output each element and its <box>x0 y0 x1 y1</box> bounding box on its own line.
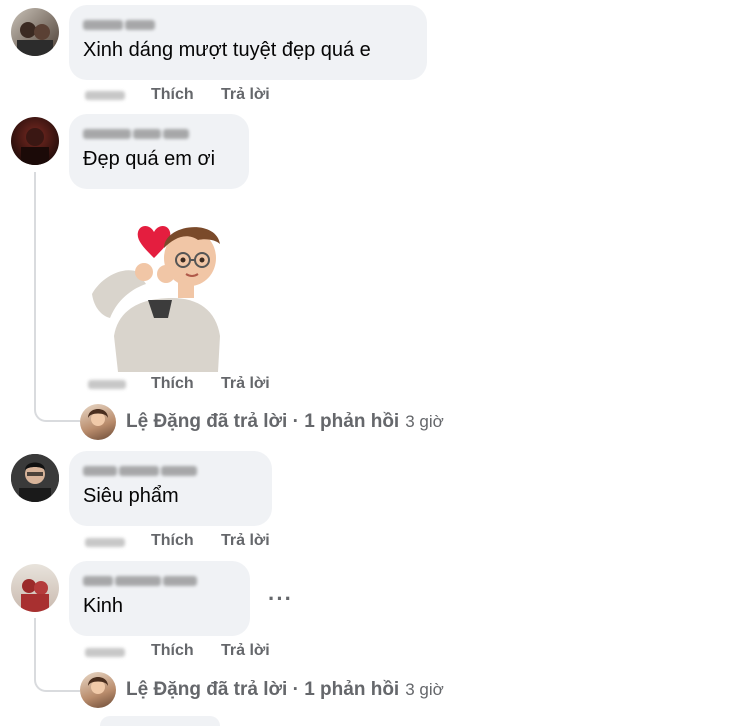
comment-timestamp[interactable] <box>88 380 126 389</box>
avatar[interactable] <box>11 117 59 165</box>
reply-button[interactable]: Trả lời <box>221 86 270 104</box>
avatar[interactable] <box>11 8 59 56</box>
comment-bubble: Đẹp quá em ơi <box>69 114 249 189</box>
comment-timestamp[interactable] <box>85 91 125 100</box>
thread-line <box>34 172 36 392</box>
avatar-photo-icon <box>21 579 49 612</box>
thread-line <box>34 618 36 662</box>
reply-button[interactable]: Trả lời <box>221 642 270 660</box>
reply-time: 3 giờ <box>405 412 444 431</box>
comment-bubble: Xinh dáng mượt tuyệt đẹp quá e <box>69 5 427 80</box>
commenter-name[interactable] <box>83 17 413 33</box>
replies-summary[interactable]: Lệ Đặng đã trả lời · 1 phản hồi <box>126 679 399 701</box>
comment-bubble: Siêu phẩm <box>69 451 272 526</box>
more-options-button[interactable]: ··· <box>268 586 293 612</box>
comment-timestamp[interactable] <box>85 538 125 547</box>
avatar[interactable] <box>11 564 59 612</box>
like-button[interactable]: Thích <box>151 642 194 660</box>
view-replies-link[interactable]: Lệ Đặng đã trả lời · 1 phản hồi 3 giờ <box>80 404 444 440</box>
replier-avatar <box>80 404 116 440</box>
comment-text: Xinh dáng mượt tuyệt đẹp quá e <box>83 39 371 61</box>
comment-timestamp[interactable] <box>85 648 125 657</box>
avatar[interactable] <box>11 454 59 502</box>
reply-button[interactable]: Trả lời <box>221 375 270 393</box>
replies-summary[interactable]: Lệ Đặng đã trả lời · 1 phản hồi <box>126 411 399 433</box>
avatar-photo-icon <box>11 454 59 502</box>
commenter-name[interactable] <box>83 463 258 479</box>
avatar-photo-icon <box>21 128 49 165</box>
like-button[interactable]: Thích <box>151 86 194 104</box>
like-button[interactable]: Thích <box>151 532 194 550</box>
sticker-icon <box>92 226 220 372</box>
commenter-name[interactable] <box>83 573 236 589</box>
comment-bubble: Kinh <box>69 561 250 636</box>
comment-text: Kinh <box>83 595 124 617</box>
view-replies-link[interactable]: Lệ Đặng đã trả lời · 1 phản hồi 3 giờ <box>80 672 444 708</box>
avatar-photo-icon <box>88 409 108 426</box>
commenter-name[interactable] <box>83 126 235 142</box>
avatar-photo-icon <box>88 677 108 694</box>
reply-button[interactable]: Trả lời <box>221 532 270 550</box>
like-button[interactable]: Thích <box>151 375 194 393</box>
reply-time: 3 giờ <box>405 680 444 699</box>
replier-avatar <box>80 672 116 708</box>
comment-text: Đẹp quá em ơi <box>83 148 216 170</box>
thread-connector <box>34 660 80 692</box>
thread-connector <box>34 390 80 422</box>
heart-hands-avatar-sticker[interactable] <box>88 218 228 372</box>
avatar-photo-icon <box>17 22 53 56</box>
comment-text: Siêu phẩm <box>83 485 179 507</box>
comment-bubble-partial <box>100 716 220 726</box>
